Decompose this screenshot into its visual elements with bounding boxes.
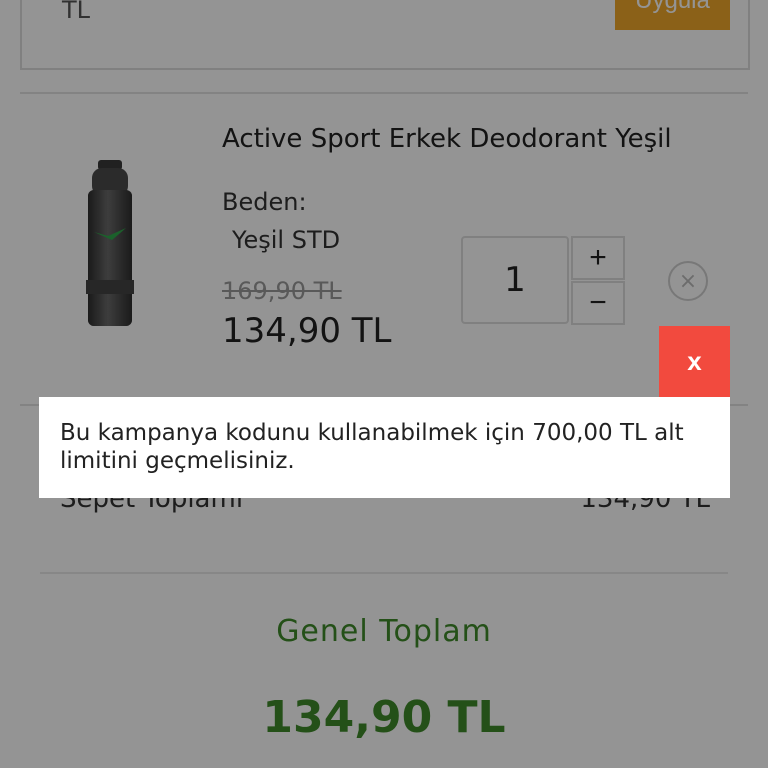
alert-message: Bu kampanya kodunu kullanabilmek için 70… bbox=[60, 420, 684, 474]
alert-message-box: Bu kampanya kodunu kullanabilmek için 70… bbox=[39, 397, 730, 498]
close-alert-button[interactable]: x bbox=[659, 326, 730, 397]
modal-overlay[interactable] bbox=[0, 0, 768, 768]
